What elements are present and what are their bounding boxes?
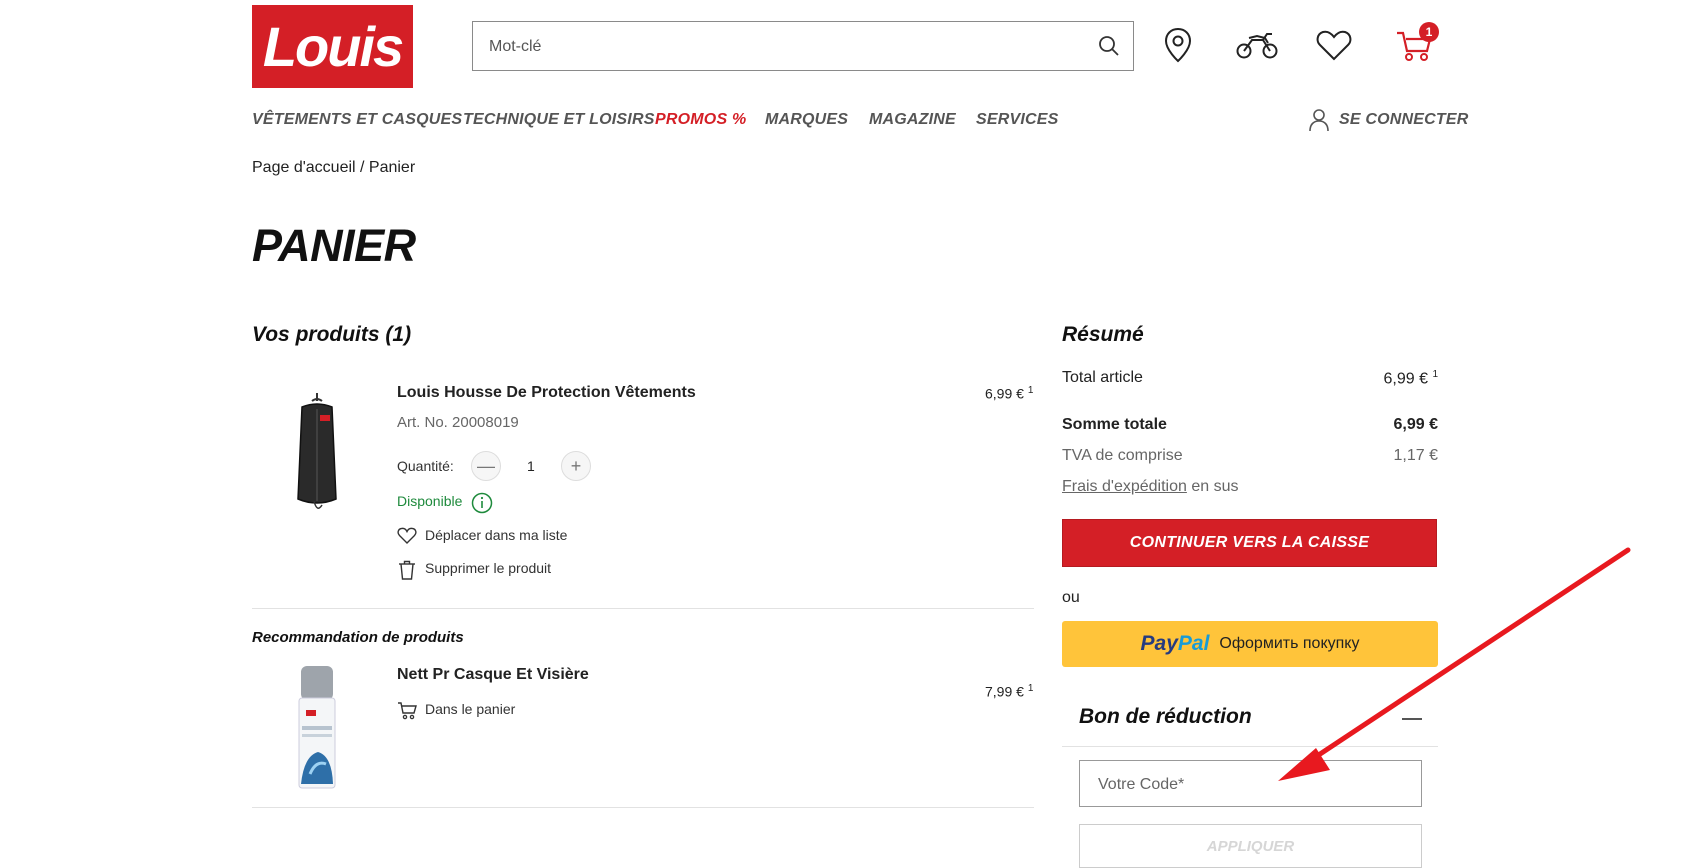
shipping-suffix: en sus <box>1191 478 1239 495</box>
info-icon[interactable] <box>471 492 493 519</box>
search-box[interactable] <box>472 21 1134 72</box>
divider <box>252 608 1034 609</box>
products-heading: Vos produits (1) <box>252 323 412 346</box>
heart-icon[interactable] <box>397 527 417 550</box>
paypal-logo-pay: Pay <box>1140 632 1178 655</box>
shipping-note: Frais d'expédition en sus <box>1062 478 1239 496</box>
user-icon[interactable] <box>1308 108 1330 137</box>
nav-marques[interactable]: MARQUES <box>765 111 848 129</box>
paypal-logo-pal: Pal <box>1177 632 1210 655</box>
price-footnote: 1 <box>1027 385 1034 396</box>
total-article-amount: 6,99 € <box>1383 370 1428 388</box>
remove-product-link[interactable]: Supprimer le produit <box>425 560 551 576</box>
wishlist-heart-icon[interactable] <box>1314 24 1354 66</box>
summary-heading: Résumé <box>1062 323 1144 346</box>
product-name[interactable]: Louis Housse De Protection Vêtements <box>397 384 696 402</box>
divider <box>252 807 1034 808</box>
cart-count-badge: 1 <box>1419 22 1439 42</box>
price-footnote: 1 <box>1432 369 1438 380</box>
trash-icon[interactable] <box>398 560 416 585</box>
nav-services[interactable]: SERVICES <box>976 111 1059 129</box>
grand-total-label: Somme totale <box>1062 416 1167 433</box>
nav-technique-loisirs[interactable]: TECHNIQUE ET LOISIRS <box>463 111 655 129</box>
search-input[interactable] <box>487 22 1091 72</box>
louis-logo[interactable]: Louis <box>252 5 413 88</box>
move-to-list-link[interactable]: Déplacer dans ma liste <box>425 527 567 543</box>
annotation-arrow <box>1278 547 1631 781</box>
product-art-no: Art. No. 20008019 <box>397 414 519 431</box>
nav-promos[interactable]: PROMOS % <box>655 111 746 129</box>
product-price-value: 6,99 € <box>985 385 1024 402</box>
price-footnote: 1 <box>1027 683 1034 694</box>
quantity-decrease-button[interactable]: — <box>471 451 501 481</box>
garment-bag-product-image[interactable] <box>292 389 342 520</box>
motorcycle-icon[interactable] <box>1234 24 1280 66</box>
nav-magazine[interactable]: MAGAZINE <box>869 111 956 129</box>
add-to-cart-link[interactable]: Dans le panier <box>425 701 515 717</box>
or-separator: ou <box>1062 589 1080 606</box>
quantity-increase-button[interactable]: + <box>561 451 591 481</box>
cleaner-spray-product-image[interactable] <box>292 664 342 797</box>
recommended-product-price: 7,99 € 1 <box>985 683 1033 700</box>
recommended-product-name[interactable]: Nett Pr Casque Et Visière <box>397 666 589 684</box>
nav-vetements-casques[interactable]: VÊTEMENTS ET CASQUES <box>252 111 462 129</box>
shipping-costs-link[interactable]: Frais d'expédition <box>1062 478 1187 495</box>
cart-icon[interactable] <box>397 700 419 725</box>
grand-total-value: 6,99 € <box>1393 416 1438 433</box>
logo-text: Louis <box>262 15 404 78</box>
store-locator-icon[interactable] <box>1158 24 1198 66</box>
availability-status: Disponible <box>397 493 463 509</box>
total-article-value: 6,99 € 1 <box>1384 369 1439 388</box>
vat-value: 1,17 € <box>1393 447 1438 464</box>
apply-coupon-button[interactable]: APPLIQUER <box>1079 824 1422 868</box>
cart-icon[interactable]: 1 <box>1393 22 1439 66</box>
product-price: 6,99 € 1 <box>985 385 1033 402</box>
recommended-price-value: 7,99 € <box>985 683 1024 700</box>
recommendation-heading: Recommandation de produits <box>252 629 464 646</box>
page-title: PANIER <box>252 220 416 271</box>
search-icon[interactable] <box>1097 34 1121 58</box>
breadcrumb[interactable]: Page d'accueil / Panier <box>252 159 415 177</box>
quantity-label: Quantité: <box>397 458 454 474</box>
login-link[interactable]: SE CONNECTER <box>1339 111 1469 129</box>
coupon-heading[interactable]: Bon de réduction <box>1079 705 1252 729</box>
vat-label: TVA de comprise <box>1062 447 1183 464</box>
total-article-label: Total article <box>1062 369 1143 386</box>
paypal-logo: PayPal <box>1141 632 1210 656</box>
quantity-value[interactable]: 1 <box>527 458 535 474</box>
